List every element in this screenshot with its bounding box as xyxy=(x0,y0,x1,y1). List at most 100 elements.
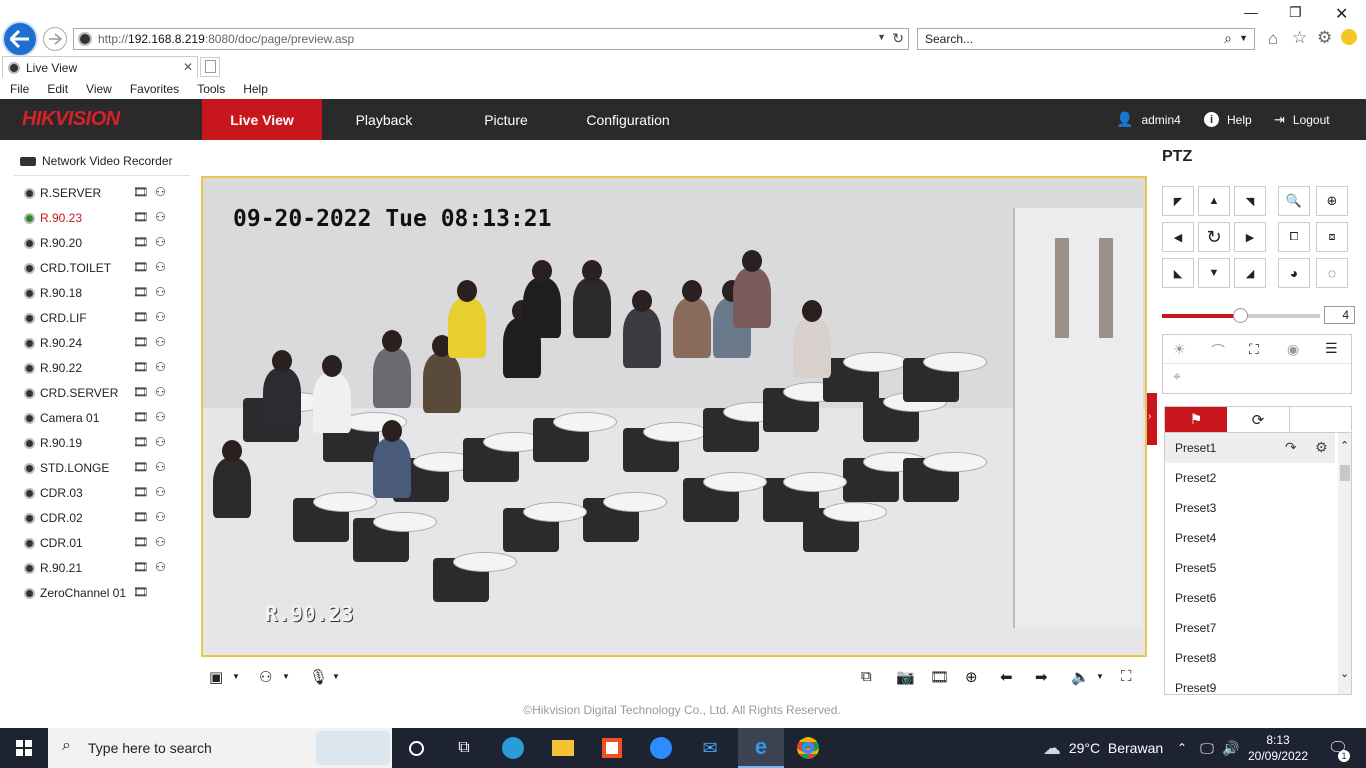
fullscreen-icon[interactable]: ⛶ xyxy=(1121,668,1132,685)
camera-record-icon[interactable]: 🎞 xyxy=(133,385,148,399)
menu-file[interactable]: File xyxy=(10,82,29,96)
ptz-right-up-button[interactable]: ◥ xyxy=(1234,186,1266,216)
wiper-icon[interactable]: ⌒ xyxy=(1211,341,1225,361)
chevron-down-icon[interactable]: ⌄ xyxy=(1340,667,1349,680)
menu-favorites[interactable]: Favorites xyxy=(130,82,179,96)
logout-button[interactable]: ⇥ Logout xyxy=(1274,99,1330,140)
restore-icon[interactable]: ❐ xyxy=(1289,4,1302,21)
ptz-auto-button[interactable]: ↻ xyxy=(1198,222,1230,252)
mail-icon[interactable]: ✉ xyxy=(692,728,728,768)
ptz-left-up-button[interactable]: ◤ xyxy=(1162,186,1194,216)
close-icon[interactable]: ✕ xyxy=(1335,4,1348,24)
camera-record-icon[interactable]: 🎞 xyxy=(133,485,148,499)
preset-item[interactable]: Preset9 xyxy=(1165,673,1335,694)
show-hidden-icons[interactable]: ⌃ xyxy=(1172,728,1192,768)
camera-record-icon[interactable]: 🎞 xyxy=(133,260,148,274)
cortana-icon[interactable] xyxy=(398,728,434,768)
preset-item[interactable]: Preset5 xyxy=(1165,553,1335,583)
camera-stream-icon[interactable]: ⚇ xyxy=(155,335,166,349)
camera-stream-icon[interactable]: ⚇ xyxy=(155,185,166,199)
audio-mute-icon[interactable]: 🔈 xyxy=(1071,668,1090,686)
taskbar-search[interactable]: ⌕ Type here to search xyxy=(48,728,392,768)
ptz-up-button[interactable]: ▲ xyxy=(1198,186,1230,216)
camera-item[interactable]: CRD.TOILET xyxy=(24,258,111,278)
aux-focus-icon[interactable]: ⛶ xyxy=(1249,341,1259,358)
internet-explorer-icon[interactable]: e xyxy=(738,728,784,768)
camera-record-icon[interactable]: 🎞 xyxy=(133,185,148,199)
camera-stream-icon[interactable]: ⚇ xyxy=(155,385,166,399)
camera-item[interactable]: R.90.24 xyxy=(24,333,82,353)
preset-item[interactable]: Preset7 xyxy=(1165,613,1335,643)
tab-pattern[interactable] xyxy=(1290,407,1353,432)
zoom-app-icon[interactable] xyxy=(643,728,679,768)
ptz-speed-slider[interactable] xyxy=(1162,308,1320,323)
back-button[interactable] xyxy=(2,21,38,57)
camera-stream-icon[interactable]: ⚇ xyxy=(155,285,166,299)
menu-tools[interactable]: Tools xyxy=(197,82,225,96)
nvr-header[interactable]: Network Video Recorder xyxy=(20,154,173,168)
camera-record-icon[interactable]: 🎞 xyxy=(133,510,148,524)
weather-widget[interactable]: ☁ 29°C Berawan xyxy=(1038,728,1168,768)
camera-item[interactable]: ZeroChannel 01 xyxy=(24,583,126,603)
camera-stream-icon[interactable]: ⚇ xyxy=(155,235,166,249)
tab-preset[interactable]: ⚑ xyxy=(1165,407,1227,432)
dropdown-icon[interactable]: ▼ xyxy=(1239,33,1248,43)
notification-center-icon[interactable]: 🗨 1 xyxy=(1318,728,1358,768)
stream-type-icon[interactable]: ⚇ xyxy=(259,668,272,686)
camera-stream-icon[interactable]: ⚇ xyxy=(155,360,166,374)
preset-scrollbar[interactable]: ⌃ ⌄ xyxy=(1338,433,1351,694)
task-view-icon[interactable]: ⧉ xyxy=(446,728,482,768)
menu-view[interactable]: View xyxy=(86,82,112,96)
camera-item[interactable]: R.90.19 xyxy=(24,433,82,453)
camera-item[interactable]: R.90.18 xyxy=(24,283,82,303)
camera-record-icon[interactable]: 🎞 xyxy=(133,535,148,549)
camera-record-icon[interactable]: 🎞 xyxy=(133,435,148,449)
camera-item[interactable]: R.90.20 xyxy=(24,233,82,253)
forward-button[interactable] xyxy=(43,27,67,51)
chrome-icon[interactable] xyxy=(790,728,826,768)
minimize-icon[interactable]: — xyxy=(1244,4,1258,20)
camera-item[interactable]: R.90.23 xyxy=(24,208,82,228)
previous-page-icon[interactable]: ⬅ xyxy=(1000,668,1013,686)
menu-edit[interactable]: Edit xyxy=(47,82,68,96)
camera-item[interactable]: CRD.LIF xyxy=(24,308,87,328)
camera-record-icon[interactable]: 🎞 xyxy=(133,460,148,474)
store-icon[interactable] xyxy=(594,728,630,768)
favorites-star-icon[interactable]: ☆ xyxy=(1292,28,1307,48)
dropdown-icon[interactable]: ▼ xyxy=(282,672,290,681)
camera-record-icon[interactable]: 🎞 xyxy=(133,285,148,299)
camera-stream-icon[interactable]: ⚇ xyxy=(155,485,166,499)
camera-stream-icon[interactable]: ⚇ xyxy=(155,560,166,574)
camera-item[interactable]: CRD.SERVER xyxy=(24,383,118,403)
microphone-icon[interactable]: 🎙 xyxy=(309,668,328,686)
camera-record-icon[interactable]: 🎞 xyxy=(133,310,148,324)
camera-record-icon[interactable]: 🎞 xyxy=(133,560,148,574)
set-preset-gear-icon[interactable]: ⚙ xyxy=(1315,439,1328,456)
new-tab-button[interactable] xyxy=(200,57,220,77)
digital-zoom-icon[interactable]: ⊕ xyxy=(965,668,978,686)
browser-search-input[interactable]: Search... ⌕ ▼ xyxy=(917,28,1255,50)
camera-record-icon[interactable]: 🎞 xyxy=(133,210,148,224)
dropdown-icon[interactable]: ▼ xyxy=(232,672,240,681)
zoom-in-button[interactable]: ⊕ xyxy=(1316,186,1348,216)
dropdown-icon[interactable]: ▼ xyxy=(332,672,340,681)
preset-item[interactable]: Preset2 xyxy=(1165,463,1335,493)
settings-gear-icon[interactable]: ⚙ xyxy=(1317,28,1332,48)
iris-open-button[interactable]: ◕ xyxy=(1278,258,1310,288)
menu-icon[interactable]: ☰ xyxy=(1325,340,1338,357)
camera-item[interactable]: R.90.22 xyxy=(24,358,82,378)
preset-item[interactable]: Preset8 xyxy=(1165,643,1335,673)
help-button[interactable]: i Help xyxy=(1204,99,1252,140)
camera-item[interactable]: Camera 01 xyxy=(24,408,99,428)
home-icon[interactable]: ⌂ xyxy=(1268,29,1278,49)
nav-picture[interactable]: Picture xyxy=(452,99,560,140)
camera-record-icon[interactable]: 🎞 xyxy=(133,585,148,599)
dropdown-icon[interactable]: ▼ xyxy=(877,32,886,42)
camera-item[interactable]: CDR.02 xyxy=(24,508,83,528)
search-icon[interactable]: ⌕ xyxy=(1224,30,1232,47)
network-icon[interactable]: 🖵 xyxy=(1196,728,1218,768)
camera-stream-icon[interactable]: ⚇ xyxy=(155,535,166,549)
camera-record-icon[interactable]: 🎞 xyxy=(133,360,148,374)
ptz-left-button[interactable]: ◀ xyxy=(1162,222,1194,252)
lens-init-icon[interactable]: ◉ xyxy=(1287,341,1299,358)
